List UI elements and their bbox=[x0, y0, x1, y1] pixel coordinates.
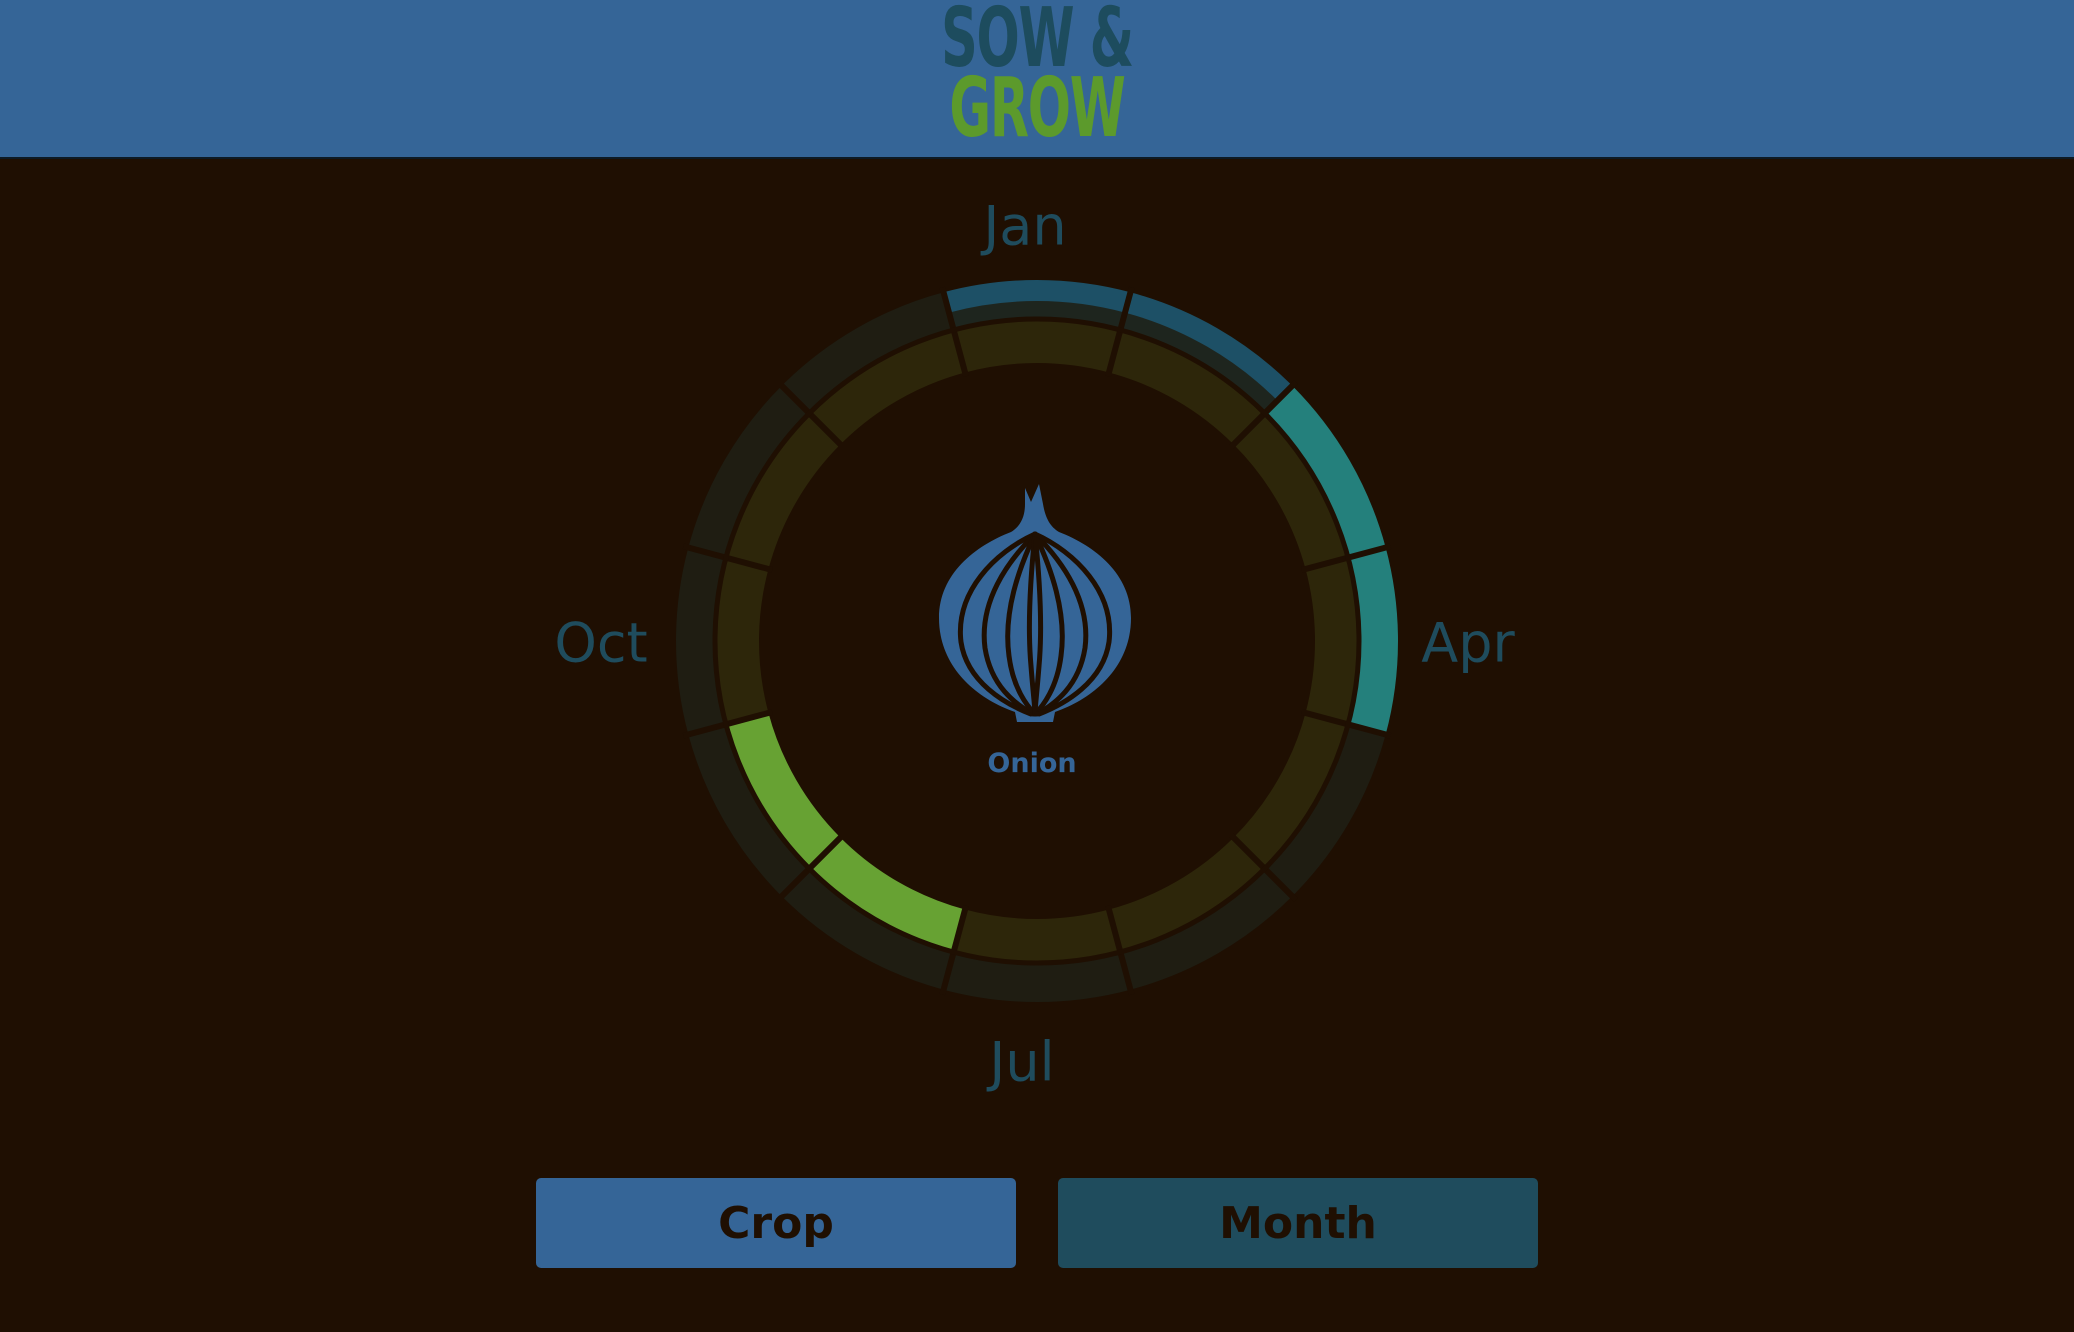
inner-segment-jan[interactable] bbox=[954, 321, 1120, 373]
month-label-oct: Oct bbox=[554, 611, 648, 675]
inner-segment-jul[interactable] bbox=[954, 909, 1120, 961]
calendar-wheel: Jan Apr Jul Oct Onion bbox=[0, 158, 2074, 1158]
logo-line-2: GROW bbox=[949, 61, 1125, 156]
inner-segment-apr[interactable] bbox=[1305, 558, 1358, 724]
month-label-apr: Apr bbox=[1421, 611, 1515, 675]
logo: SOW & GROW bbox=[394, 0, 1680, 156]
month-label-jan: Jan bbox=[983, 194, 1067, 258]
app-header: SOW & GROW bbox=[0, 0, 2074, 159]
inner-segment-oct[interactable] bbox=[717, 558, 769, 724]
crop-name: Onion bbox=[987, 748, 1077, 779]
crop-button[interactable]: Crop bbox=[536, 1178, 1016, 1268]
month-label-jul: Jul bbox=[989, 1030, 1055, 1094]
onion-icon bbox=[939, 484, 1131, 722]
month-button[interactable]: Month bbox=[1058, 1178, 1538, 1268]
